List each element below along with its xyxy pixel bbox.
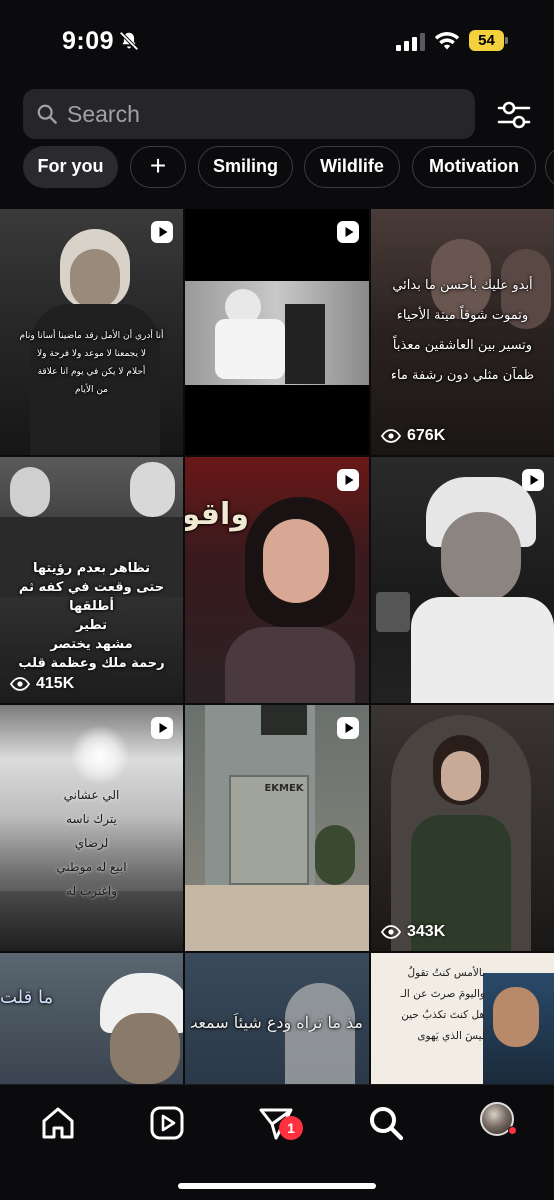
grid-tile[interactable]: 343K xyxy=(371,705,554,951)
chip-motivation[interactable]: Motivation xyxy=(412,146,536,188)
reel-icon xyxy=(151,717,173,739)
home-indicator xyxy=(178,1183,376,1189)
search-icon[interactable] xyxy=(366,1103,406,1143)
filter-sliders-icon[interactable] xyxy=(495,96,533,134)
grid-tile[interactable]: EKMEK xyxy=(185,705,369,951)
grid-tile[interactable]: تظاهر بعدم رؤيتها حتى وقعت في كفه ثم أطل… xyxy=(0,457,183,703)
grid-tile[interactable]: مذ ما تراه ودع شيئاً سمعت به xyxy=(185,953,369,1084)
search-bar[interactable] xyxy=(23,89,475,139)
topic-chips: For you + Smiling Wildlife Motivation xyxy=(23,146,554,190)
chip-wildlife[interactable]: Wildlife xyxy=(304,146,400,188)
grid-tile[interactable]: بالأمس كنتُ تقولُ واليومَ صرتَ عن الـ هل… xyxy=(371,953,554,1084)
grid-tile[interactable] xyxy=(185,209,369,455)
battery-icon: 54 xyxy=(469,30,509,52)
view-count-label: 343K xyxy=(407,923,446,940)
tile-caption: مذ ما تراه ودع شيئاً سمعت به xyxy=(191,1013,363,1032)
battery-level: 54 xyxy=(469,30,504,51)
search-input[interactable] xyxy=(67,89,467,139)
search-icon xyxy=(37,104,57,124)
reel-icon xyxy=(151,221,173,243)
bell-slash-icon xyxy=(119,31,139,51)
grid-tile[interactable]: الي عشاني يترك ناسه لرضاي ابيع له موطني … xyxy=(0,705,183,951)
grid-tile[interactable]: ما قلت xyxy=(0,953,183,1084)
tile-caption: واقو xyxy=(185,497,249,532)
reel-icon xyxy=(337,717,359,739)
tile-caption: أبدو عليك بأحسن ما بدائي وتموت شوقاً ميت… xyxy=(390,278,535,383)
view-count-label: 676K xyxy=(407,427,446,444)
signal-icon xyxy=(396,33,425,51)
messages-badge: 1 xyxy=(279,1116,303,1140)
grid-tile[interactable]: واقو xyxy=(185,457,369,703)
tile-caption: تظاهر بعدم رؤيتها حتى وقعت في كفه ثم أطل… xyxy=(18,561,165,671)
view-count: 415K xyxy=(10,675,74,693)
chip-add-button[interactable]: + xyxy=(130,146,186,188)
tile-caption: EKMEK xyxy=(264,783,304,794)
chip-more[interactable] xyxy=(545,146,554,188)
explore-grid: أنا أدري أن الأمل رقد ماضينا أسانا ونام … xyxy=(0,209,554,1084)
grid-tile[interactable] xyxy=(371,457,554,703)
chip-smiling[interactable]: Smiling xyxy=(198,146,293,188)
home-icon[interactable] xyxy=(38,1103,78,1143)
grid-tile[interactable]: أبدو عليك بأحسن ما بدائي وتموت شوقاً ميت… xyxy=(371,209,554,455)
view-count: 676K xyxy=(381,427,445,445)
eye-icon xyxy=(381,925,401,939)
wifi-icon xyxy=(434,32,460,50)
chip-for-you[interactable]: For you xyxy=(23,146,118,188)
tile-caption: ما قلت xyxy=(0,987,54,1008)
tile-caption: الي عشاني يترك ناسه لرضاي ابيع له موطني … xyxy=(56,788,127,898)
eye-icon xyxy=(381,429,401,443)
eye-icon xyxy=(10,677,30,691)
reel-icon xyxy=(337,469,359,491)
tile-caption: بالأمس كنتُ تقولُ واليومَ صرتَ عن الـ هل… xyxy=(400,967,485,1042)
view-count: 343K xyxy=(381,923,445,941)
status-bar: 9:09 54 xyxy=(0,0,554,80)
view-count-label: 415K xyxy=(36,675,75,692)
tile-caption: أنا أدري أن الأمل رقد ماضينا أسانا ونام … xyxy=(19,331,164,395)
status-time: 9:09 xyxy=(62,27,115,55)
grid-tile[interactable]: أنا أدري أن الأمل رقد ماضينا أسانا ونام … xyxy=(0,209,183,455)
reel-icon xyxy=(337,221,359,243)
notification-dot xyxy=(508,1126,517,1135)
reels-icon[interactable] xyxy=(147,1103,187,1143)
reel-icon xyxy=(522,469,544,491)
